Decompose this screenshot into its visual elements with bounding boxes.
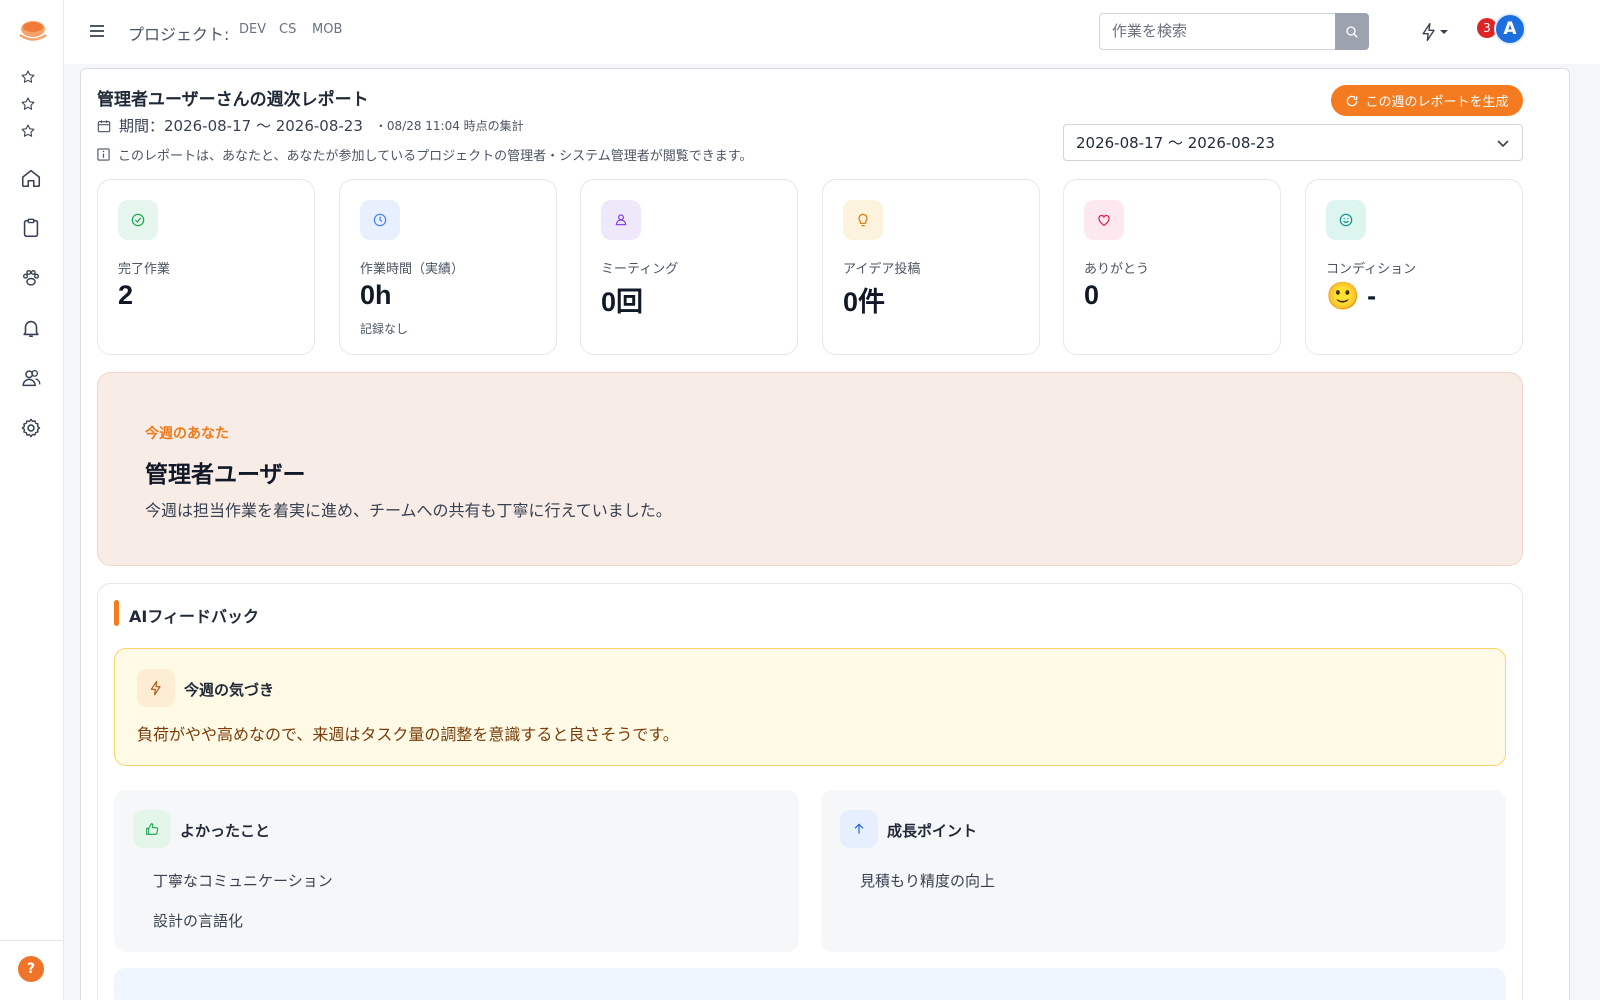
period-select-value: 2026-08-17 〜 2026-08-23 (1076, 134, 1275, 152)
stat-value: 0h (360, 280, 392, 310)
stat-card-ideas: アイデア投稿 0件 (822, 179, 1040, 355)
clipboard-icon[interactable] (19, 216, 43, 240)
gear-icon[interactable] (19, 416, 43, 440)
thumbs-up-icon (133, 810, 171, 848)
project-label: プロジェクト: (128, 25, 230, 44)
stat-label: 完了作業 (118, 262, 171, 277)
period-text: 期間：2026-08-17 〜 2026-08-23 (119, 117, 363, 135)
stat-label: 作業時間（実績） (360, 262, 465, 277)
good-points-title: よかったこと (180, 822, 271, 840)
favorite-star-icon[interactable] (19, 122, 37, 140)
stat-card-completed: 完了作業 2 (97, 179, 315, 355)
period-row: 期間：2026-08-17 〜 2026-08-23 ・08/28 11:04 … (97, 115, 524, 136)
bolt-icon (137, 669, 175, 707)
project-link-dev[interactable]: DEV (239, 22, 266, 37)
home-icon[interactable] (19, 166, 43, 190)
bolt-icon (1422, 22, 1435, 42)
chevron-down-icon (1497, 140, 1509, 148)
search-icon (1346, 25, 1358, 38)
people-icon (601, 200, 641, 240)
insight-card: 今週の気づき 負荷がやや高めなので、来週はタスク量の調整を意識すると良さそうです… (114, 648, 1506, 766)
stat-label: ありがとう (1084, 262, 1150, 277)
refresh-icon (1347, 95, 1358, 106)
favorite-star-icon[interactable] (19, 68, 37, 86)
project-link-cs[interactable]: CS (279, 22, 296, 37)
ai-feedback-section: AIフィードバック 今週の気づき 負荷がやや高めなので、来週はタスク量の調整を意… (97, 583, 1523, 1000)
clock-icon (360, 200, 400, 240)
sidebar: ? (0, 0, 64, 1000)
stat-label: コンディション (1326, 262, 1417, 277)
stat-card-thanks: ありがとう 0 (1063, 179, 1281, 355)
period-meta: ・08/28 11:04 時点の集計 (374, 119, 524, 133)
insight-text: 負荷がやや高めなので、来週はタスク量の調整を意識すると良さそうです。 (137, 725, 679, 744)
avatar[interactable]: A (1494, 13, 1526, 45)
quick-action-menu[interactable] (1419, 20, 1455, 44)
page-title: 管理者ユーザーさんの週次レポート (97, 90, 369, 110)
list-item: 設計の言語化 (153, 912, 244, 930)
menu-icon[interactable] (88, 22, 106, 40)
smile-icon (1326, 200, 1366, 240)
project-link-mob[interactable]: MOB (312, 22, 342, 37)
list-item: 丁寧なコミュニケーション (153, 872, 333, 890)
hero-user-name: 管理者ユーザー (145, 462, 306, 488)
stat-value: 0件 (843, 287, 886, 317)
info-icon (97, 148, 110, 161)
help-button[interactable]: ? (18, 956, 44, 982)
stat-label: アイデア投稿 (843, 262, 921, 277)
period-select[interactable]: 2026-08-17 〜 2026-08-23 (1063, 124, 1523, 161)
app-logo[interactable] (18, 18, 48, 44)
stat-value: 0 (1084, 280, 1100, 310)
favorite-star-icon[interactable] (19, 95, 37, 113)
stat-card-work-hours: 作業時間（実績） 0h 記録なし (339, 179, 557, 355)
stat-value: 🙂 - (1326, 281, 1377, 311)
stat-label: ミーティング (601, 262, 679, 277)
ai-feedback-title: AIフィードバック (129, 607, 260, 626)
search-input[interactable] (1099, 13, 1335, 50)
heart-icon (1084, 200, 1124, 240)
top-bar: プロジェクト: DEV CS MOB 3 A (64, 0, 1600, 64)
caret-down-icon (1440, 30, 1448, 34)
stat-value: 2 (118, 280, 134, 310)
stat-sub: 記録なし (360, 322, 409, 336)
search-button[interactable] (1335, 13, 1369, 50)
insight-title: 今週の気づき (184, 681, 275, 699)
visibility-notice: このレポートは、あなたと、あなたが参加しているプロジェクトの管理者・システム管理… (97, 145, 752, 164)
notice-text: このレポートは、あなたと、あなたが参加しているプロジェクトの管理者・システム管理… (118, 149, 753, 164)
growth-points-title: 成長ポイント (887, 822, 978, 840)
stat-value: 0回 (601, 287, 644, 317)
calendar-icon (97, 119, 111, 132)
list-item: 見積もり精度の向上 (860, 872, 996, 890)
generate-report-label: この週のレポートを生成 (1365, 95, 1509, 110)
weekly-summary-hero: 今週のあなた 管理者ユーザー 今週は担当作業を着実に進め、チームへの共有も丁寧に… (97, 372, 1523, 566)
hero-eyebrow: 今週のあなた (145, 426, 229, 442)
stat-card-condition: コンディション 🙂 - (1305, 179, 1523, 355)
users-icon[interactable] (19, 366, 43, 390)
lightbulb-icon (843, 200, 883, 240)
arrow-up-icon (840, 810, 878, 848)
search-bar (1099, 13, 1369, 50)
hero-summary: 今週は担当作業を着実に進め、チームへの共有も丁寧に行えていました。 (145, 501, 672, 520)
growth-points-card: 成長ポイント 見積もり精度の向上 (821, 790, 1506, 952)
paw-icon[interactable] (19, 266, 43, 290)
check-circle-icon (118, 200, 158, 240)
section-accent-bar (114, 600, 119, 626)
report-panel: 管理者ユーザーさんの週次レポート 期間：2026-08-17 〜 2026-08… (80, 68, 1570, 1000)
good-points-card: よかったこと 丁寧なコミュニケーション 設計の言語化 (114, 790, 799, 952)
bell-icon[interactable] (19, 316, 43, 340)
stat-card-meetings: ミーティング 0回 (580, 179, 798, 355)
generate-report-button[interactable]: この週のレポートを生成 (1331, 85, 1523, 116)
next-card-partial (114, 968, 1506, 1000)
sidebar-divider (0, 940, 64, 941)
